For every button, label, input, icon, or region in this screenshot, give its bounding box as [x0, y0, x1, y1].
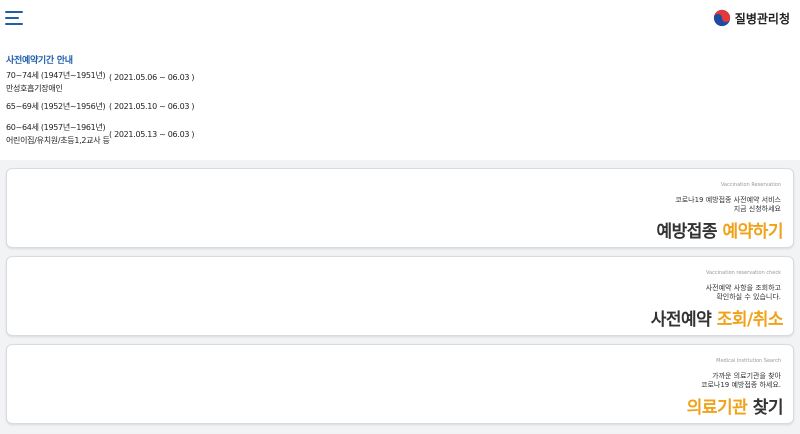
kdca-logo[interactable]: 질병관리청 — [713, 9, 790, 27]
reservation-period: ( 2021.05.10 ~ 06.03 ) — [109, 102, 195, 111]
card-description: 코로나19 예방접종 사전예약 서비스 지금 신청하세요 — [675, 196, 781, 214]
reservation-period: ( 2021.05.06 ~ 06.03 ) — [109, 73, 195, 82]
period-row: 65~69세 (1952년~1956년) ( 2021.05.10 ~ 06.0… — [6, 100, 195, 113]
age-range: 60~64세 (1957년~1961년) — [6, 123, 106, 132]
age-group: 65~69세 (1952년~1956년) — [6, 100, 106, 113]
target-group: 만성호흡기장애인 — [6, 84, 63, 93]
taegeuk-emblem-icon — [713, 9, 730, 27]
menu-line — [5, 17, 19, 19]
card-description-line: 코로나19 예방접종 사전예약 서비스 — [675, 196, 781, 204]
card-title: 의료기관 찾기 — [686, 393, 784, 418]
reservation-check-card[interactable]: Vaccination reservation check 사전예약 사항을 조… — [6, 256, 794, 336]
card-description-line: 지금 신청하세요 — [733, 205, 781, 213]
card-title-highlight: 조회/취소 — [716, 310, 784, 330]
card-description: 가까운 의료기관을 찾아 코로나19 예방접종 하세요. — [701, 372, 781, 390]
card-english-label: Vaccination reservation check — [706, 270, 781, 276]
card-description-line: 확인하실 수 있습니다. — [716, 293, 781, 301]
period-row: 60~64세 (1957년~1961년) 어린이집/유치원/초등1,2교사 등 … — [6, 121, 195, 147]
card-title-highlight: 예약하기 — [722, 222, 783, 242]
menu-line — [5, 11, 23, 13]
card-description-line: 사전예약 사항을 조회하고 — [705, 284, 781, 292]
card-english-label: Medical Institution Search — [716, 358, 781, 364]
top-header: 질병관리청 — [0, 0, 800, 40]
card-title-plain: 예방접종 — [656, 222, 723, 242]
vaccination-reservation-card[interactable]: Vaccination Reservation 코로나19 예방접종 사전예약 … — [6, 168, 794, 248]
target-group: 어린이집/유치원/초등1,2교사 등 — [6, 136, 110, 145]
card-description-line: 코로나19 예방접종 하세요. — [701, 381, 781, 389]
card-title: 사전예약 조회/취소 — [650, 305, 784, 330]
age-range: 70~74세 (1947년~1951년) — [6, 71, 106, 80]
card-title-plain: 찾기 — [747, 398, 784, 418]
period-row: 70~74세 (1947년~1951년) 만성호흡기장애인 ( 2021.05.… — [6, 69, 195, 95]
card-description-line: 가까운 의료기관을 찾아 — [712, 372, 781, 380]
age-group: 60~64세 (1957년~1961년) 어린이집/유치원/초등1,2교사 등 — [6, 121, 110, 147]
reservation-period: ( 2021.05.13 ~ 06.03 ) — [109, 130, 195, 139]
card-title-highlight: 의료기관 — [686, 398, 748, 418]
age-range: 65~69세 (1952년~1956년) — [6, 102, 106, 111]
age-group: 70~74세 (1947년~1951년) 만성호흡기장애인 — [6, 69, 106, 95]
logo-text: 질병관리청 — [734, 11, 790, 26]
info-title: 사전예약기간 안내 — [6, 56, 73, 66]
menu-line — [5, 23, 23, 25]
institution-search-card[interactable]: Medical Institution Search 가까운 의료기관을 찾아 … — [6, 344, 794, 424]
card-title: 예방접종 예약하기 — [656, 217, 783, 242]
hamburger-menu-icon[interactable] — [5, 11, 23, 25]
reservation-period-info: 사전예약기간 안내 70~74세 (1947년~1951년) 만성호흡기장애인 … — [0, 40, 800, 160]
card-english-label: Vaccination Reservation — [720, 182, 781, 188]
card-title-plain: 사전예약 — [650, 310, 717, 330]
card-description: 사전예약 사항을 조회하고 확인하실 수 있습니다. — [706, 284, 781, 302]
